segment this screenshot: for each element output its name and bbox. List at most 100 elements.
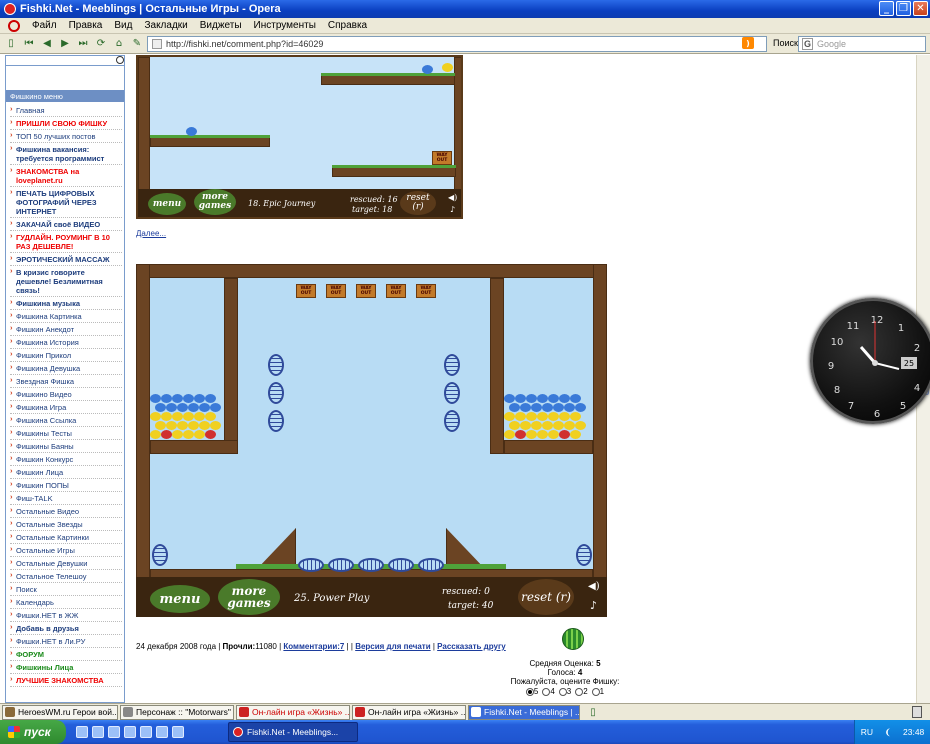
sidebar-item[interactable]: Остальные Видео (10, 505, 122, 518)
rewind-icon[interactable]: ⏮ (22, 37, 36, 51)
rating-radio[interactable] (525, 687, 534, 696)
search-input[interactable]: G Google (798, 36, 926, 52)
rating-option[interactable]: 2 (575, 687, 588, 696)
sidebar-item[interactable]: Фишкина Девушка (10, 362, 122, 375)
media-icon[interactable] (108, 726, 120, 738)
tab-zhizn-1[interactable]: Он-лайн игра «Жизнь» ... (236, 704, 350, 720)
opera-menu-icon[interactable] (8, 19, 20, 32)
rating-option[interactable]: 1 (591, 687, 604, 696)
sidebar-item[interactable]: Фишкино Видео (10, 388, 122, 401)
fast-forward-icon[interactable]: ⏭ (76, 37, 90, 51)
sidebar-item[interactable]: ФОРУМ (10, 648, 122, 661)
menu-button[interactable]: menu (148, 193, 186, 215)
sidebar-item[interactable]: ЛУЧШИЕ ЗНАКОМСТВА (10, 674, 122, 687)
sidebar-search[interactable] (6, 56, 124, 66)
edit-icon[interactable]: ✎ (130, 37, 144, 51)
sidebar-item[interactable]: Остальные Игры (10, 544, 122, 557)
start-button[interactable]: пуск (0, 720, 66, 744)
rating-option[interactable]: 3 (558, 687, 571, 696)
rating-radio[interactable] (591, 687, 600, 696)
sidebar-item[interactable]: Поиск (10, 583, 122, 596)
sidebar-item[interactable]: Остальные Картинки (10, 531, 122, 544)
tell-friend-link[interactable]: Рассказать другу (437, 642, 506, 651)
more-games-button[interactable]: more games (218, 579, 280, 615)
sidebar-item[interactable]: Фишкина музыка (10, 297, 122, 310)
app-icon[interactable] (156, 726, 168, 738)
music-icon[interactable]: ♪ (590, 599, 597, 612)
sidebar-item[interactable]: Фишкины Баяны (10, 440, 122, 453)
sidebar-item[interactable]: Календарь (10, 596, 122, 609)
explorer-icon[interactable] (124, 726, 136, 738)
minimize-button[interactable]: _ (879, 1, 894, 16)
watermelon-icon[interactable] (562, 628, 584, 650)
address-field[interactable]: http://fishki.net/comment.php?id=46029 (147, 36, 767, 52)
menu-widgets[interactable]: Виджеты (194, 20, 248, 31)
sidebar-item[interactable]: ЗАКАЧАЙ своё ВИДЕО (10, 218, 122, 231)
new-tab-icon[interactable]: ▯ (586, 705, 600, 719)
tab-fishki-active[interactable]: Fishki.Net - Meeblings | ... (468, 704, 580, 720)
close-button[interactable]: ✕ (913, 1, 928, 16)
network-icon[interactable]: ❨ (884, 727, 891, 738)
menu-tools[interactable]: Инструменты (248, 20, 322, 31)
sidebar-item[interactable]: ПЕЧАТЬ ЦИФРОВЫХ ФОТОГРАФИЙ ЧЕРЕЗ ИНТЕРНЕ… (10, 187, 122, 218)
trash-icon[interactable] (912, 706, 922, 718)
menu-file[interactable]: Файл (26, 20, 63, 31)
sidebar-item[interactable]: Фишкины Тесты (10, 427, 122, 440)
sidebar-item[interactable]: ЗНАКОМСТВА на loveplanet.ru (10, 165, 122, 187)
opera-quick-icon[interactable] (140, 726, 152, 738)
sidebar-item[interactable]: ГУДЛАЙН. РОУМИНГ В 10 РАЗ ДЕШЕВЛЕ! (10, 231, 122, 253)
language-indicator[interactable]: RU (861, 727, 873, 737)
reset-button[interactable]: reset (r) (400, 191, 436, 215)
home-icon[interactable]: ⌂ (112, 37, 126, 51)
sidebar-item[interactable]: Фишки.НЕТ в ЖЖ (10, 609, 122, 622)
sidebar-item[interactable]: Фишкина Ссылка (10, 414, 122, 427)
tab-zhizn-2[interactable]: Он-лайн игра «Жизнь» ... (352, 704, 466, 720)
sidebar-item[interactable]: ТОП 50 лучших постов (10, 130, 122, 143)
forward-icon[interactable]: ▶ (58, 37, 72, 51)
reset-button[interactable]: reset (r) (518, 579, 574, 615)
new-page-icon[interactable]: ▯ (4, 37, 18, 51)
rating-option[interactable]: 5 (525, 687, 538, 696)
menu-button[interactable]: menu (150, 585, 210, 613)
menu-view[interactable]: Вид (108, 20, 138, 31)
sidebar-item[interactable]: Остальные Девушки (10, 557, 122, 570)
sidebar-item[interactable]: Главная (10, 104, 122, 117)
back-icon[interactable]: ◀ (40, 37, 54, 51)
sidebar-item[interactable]: Фишки.НЕТ в Ли.РУ (10, 635, 122, 648)
menu-edit[interactable]: Правка (63, 20, 109, 31)
sidebar-item[interactable]: Остальное Телешоу (10, 570, 122, 583)
sidebar-item[interactable]: Фишкина История (10, 336, 122, 349)
tab-heroeswm[interactable]: HeroesWM.ru Герои вой... (2, 704, 118, 720)
search-icon[interactable] (116, 56, 124, 64)
sound-icon[interactable]: ◀) (448, 193, 457, 202)
comments-link[interactable]: Комментарии:7 (283, 642, 344, 651)
rating-radio[interactable] (558, 687, 567, 696)
app-icon[interactable] (172, 726, 184, 738)
sidebar-item[interactable]: Фишкина Игра (10, 401, 122, 414)
menu-help[interactable]: Справка (322, 20, 373, 31)
music-icon[interactable]: ♪ (450, 205, 455, 214)
sidebar-item[interactable]: Фиш-TALK (10, 492, 122, 505)
sidebar-item[interactable]: Фишкины Лица (10, 661, 122, 674)
desktop-icon[interactable] (92, 726, 104, 738)
sidebar-item[interactable]: Фишкин Лица (10, 466, 122, 479)
rating-option[interactable]: 4 (542, 687, 555, 696)
sidebar-item[interactable]: В кризис говорите дешевле! Безлимитная с… (10, 266, 122, 297)
taskbar-opera-task[interactable]: Fishki.Net - Meeblings... (228, 722, 358, 742)
sidebar-item[interactable]: Фишкин ПОПЫ (10, 479, 122, 492)
menu-bookmarks[interactable]: Закладки (138, 20, 193, 31)
rss-feed-icon[interactable]: ) (742, 37, 754, 49)
print-link[interactable]: Версия для печати (355, 642, 430, 651)
more-link[interactable]: Далее... (136, 229, 166, 238)
sidebar-item[interactable]: Добавь в друзья (10, 622, 122, 635)
sidebar-item[interactable]: ПРИШЛИ СВОЮ ФИШКУ (10, 117, 122, 130)
clock-time[interactable]: 23:48 (903, 727, 924, 737)
sidebar-item[interactable]: Фишкин Прикол (10, 349, 122, 362)
sidebar-item[interactable]: Фишкин Конкурс (10, 453, 122, 466)
sound-icon[interactable]: ◀) (588, 581, 600, 592)
reload-icon[interactable]: ⟳ (94, 37, 108, 51)
sidebar-item[interactable]: Остальные Звезды (10, 518, 122, 531)
sidebar-item[interactable]: Звездная Фишка (10, 375, 122, 388)
ie-icon[interactable] (76, 726, 88, 738)
maximize-button[interactable]: ❐ (896, 1, 911, 16)
